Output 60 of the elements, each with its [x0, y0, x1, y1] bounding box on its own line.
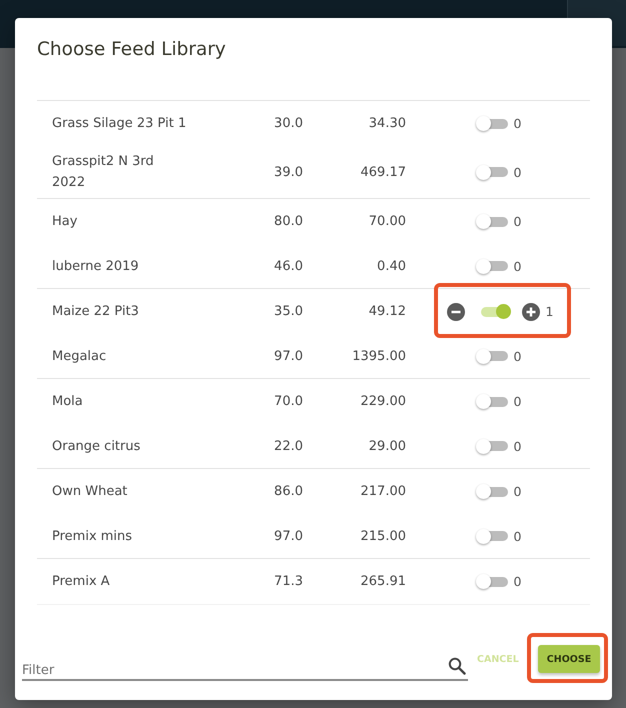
minus-icon[interactable] — [446, 302, 465, 320]
feed-name: Own Wheat — [52, 483, 128, 501]
table-cell-text: 229.00 — [360, 393, 406, 411]
table-cell-text: 29.00 — [368, 438, 406, 456]
choose-button[interactable]: CHOOSE — [538, 645, 600, 673]
table-cell-text: 97.0 — [274, 348, 303, 366]
table-cell-text: 469.17 — [360, 164, 406, 182]
feed-name: Hay — [52, 213, 78, 231]
feed-name: Mola — [52, 393, 83, 411]
filter-field[interactable]: Filter — [22, 653, 468, 681]
toggle-switch[interactable] — [474, 348, 509, 364]
feed-name: Grasspit2 N 3rd 2022 — [52, 153, 155, 192]
toggle-switch[interactable] — [474, 258, 509, 274]
count-label: 0 — [514, 213, 522, 231]
table-cell-text: 0.40 — [377, 258, 406, 276]
table-cell-text: 80.0 — [274, 213, 303, 231]
count-label: 0 — [514, 393, 522, 411]
feed-name: Grass Silage 23 Pit 1 — [52, 115, 186, 133]
count-label: 0 — [514, 528, 522, 546]
toggle-switch[interactable] — [474, 484, 509, 500]
feed-name: Premix mins — [52, 528, 132, 546]
feed-name: Premix A — [52, 573, 110, 591]
dialog-title: Choose Feed Library — [37, 38, 226, 62]
toggle-switch[interactable] — [474, 214, 509, 230]
count-label: 0 — [514, 573, 522, 591]
count-label: 0 — [514, 115, 522, 133]
table-cell-text: 71.3 — [274, 573, 303, 591]
toggle-switch[interactable] — [474, 394, 509, 410]
count-label: 0 — [514, 438, 522, 456]
feed-name: luberne 2019 — [52, 258, 139, 276]
count-label: 1 — [546, 303, 554, 321]
feed-name: Maize 22 Pit3 — [52, 303, 139, 321]
toggle-switch[interactable] — [474, 164, 509, 180]
plus-icon[interactable] — [522, 302, 540, 320]
table-cell-text: 70.0 — [274, 393, 303, 411]
table-cell-text: 215.00 — [360, 528, 406, 546]
table-cell-text: 70.00 — [368, 213, 406, 231]
toggle-switch[interactable] — [474, 574, 509, 590]
table-cell-text: 217.00 — [360, 483, 406, 501]
table-cell-text: 35.0 — [274, 303, 303, 321]
table-cell-text: 46.0 — [274, 258, 303, 276]
table-cell-text: 1395.00 — [352, 348, 406, 366]
table-cell-text: 97.0 — [274, 528, 303, 546]
table-cell-text: 39.0 — [274, 164, 303, 182]
feed-name: Megalac — [52, 348, 106, 366]
count-label: 0 — [514, 164, 522, 182]
table-cell-text: 30.0 — [274, 115, 303, 133]
toggle-switch[interactable] — [474, 116, 509, 132]
table-cell-text: 265.91 — [360, 573, 406, 591]
count-label: 0 — [514, 483, 522, 501]
table-cell-text: 22.0 — [274, 438, 303, 456]
count-label: 0 — [514, 348, 522, 366]
count-label: 0 — [514, 258, 522, 276]
feed-name: Orange citrus — [52, 438, 140, 456]
table-cell-text: 34.30 — [368, 115, 406, 133]
toggle-switch[interactable] — [474, 528, 509, 544]
toggle-switch[interactable] — [474, 438, 509, 454]
search-icon[interactable] — [448, 657, 466, 675]
table-cell-text: 49.12 — [368, 303, 406, 321]
table-cell-text: 86.0 — [274, 483, 303, 501]
